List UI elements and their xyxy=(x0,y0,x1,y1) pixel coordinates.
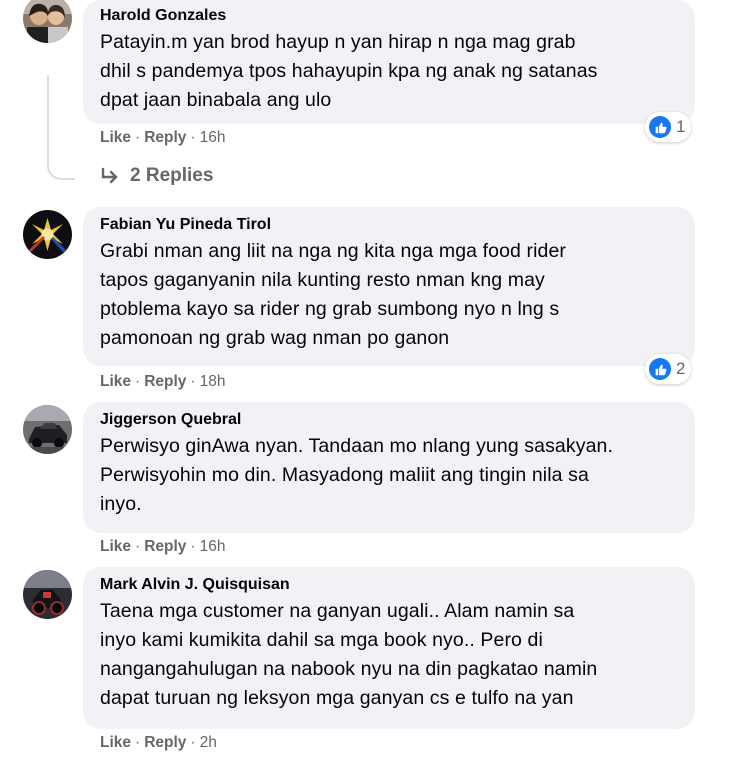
comment-timestamp[interactable]: 16h xyxy=(200,537,226,557)
comment-bubble: Jiggerson Quebral Perwisyo ginAwa nyan. … xyxy=(83,402,695,533)
reaction-count[interactable]: 1 xyxy=(645,112,692,142)
comment-author[interactable]: Mark Alvin J. Quisquisan xyxy=(100,575,677,595)
reply-button[interactable]: Reply xyxy=(144,128,186,148)
reply-button[interactable]: Reply xyxy=(144,537,186,557)
separator: · xyxy=(135,734,141,751)
reply-arrow-icon xyxy=(101,167,118,184)
separator: · xyxy=(190,734,196,751)
reaction-count[interactable]: 2 xyxy=(645,354,692,384)
comment-text: Taena mga customer na ganyan ugali.. Ala… xyxy=(100,600,598,709)
like-reaction-icon xyxy=(649,116,671,138)
reaction-number: 1 xyxy=(676,117,686,136)
comment-actions: Like · Reply · 16h xyxy=(100,537,225,557)
avatar[interactable] xyxy=(23,0,72,43)
reply-button[interactable]: Reply xyxy=(144,372,186,392)
comment-timestamp[interactable]: 2h xyxy=(200,733,217,753)
separator: · xyxy=(135,373,141,390)
avatar[interactable] xyxy=(23,405,72,454)
like-button[interactable]: Like xyxy=(100,128,131,148)
comment-bubble: Fabian Yu Pineda Tirol Grabi nman ang li… xyxy=(83,207,695,366)
comment-text: Perwisyo ginAwa nyan. Tandaan mo nlang y… xyxy=(100,435,613,515)
like-button[interactable]: Like xyxy=(100,733,131,753)
comment-actions: Like · Reply · 16h xyxy=(100,128,225,148)
like-reaction-icon xyxy=(649,358,671,380)
comment-bubble: Mark Alvin J. Quisquisan Taena mga custo… xyxy=(83,567,695,729)
comment-author[interactable]: Harold Gonzales xyxy=(100,6,677,26)
separator: · xyxy=(135,129,141,146)
comment-author[interactable]: Fabian Yu Pineda Tirol xyxy=(100,215,677,235)
thread-line xyxy=(47,75,75,180)
comment-actions: Like · Reply · 18h xyxy=(100,372,225,392)
avatar[interactable] xyxy=(23,210,72,259)
comment-timestamp[interactable]: 16h xyxy=(200,128,226,148)
like-button[interactable]: Like xyxy=(100,372,131,392)
avatar[interactable] xyxy=(23,570,72,619)
comment-timestamp[interactable]: 18h xyxy=(200,372,226,392)
comment-actions: Like · Reply · 2h xyxy=(100,733,217,753)
comment-bubble: Harold Gonzales Patayin.m yan brod hayup… xyxy=(83,0,695,124)
separator: · xyxy=(190,129,196,146)
separator: · xyxy=(135,538,141,555)
view-replies-button[interactable]: 2 Replies xyxy=(100,165,213,187)
replies-count-label[interactable]: 2 Replies xyxy=(130,165,213,187)
reply-button[interactable]: Reply xyxy=(144,733,186,753)
like-button[interactable]: Like xyxy=(100,537,131,557)
comment-author[interactable]: Jiggerson Quebral xyxy=(100,410,677,430)
separator: · xyxy=(190,538,196,555)
comment-text: Patayin.m yan brod hayup n yan hirap n n… xyxy=(100,31,598,111)
comment-text: Grabi nman ang liit na nga ng kita nga m… xyxy=(100,240,566,349)
reaction-number: 2 xyxy=(676,359,686,378)
separator: · xyxy=(190,373,196,390)
